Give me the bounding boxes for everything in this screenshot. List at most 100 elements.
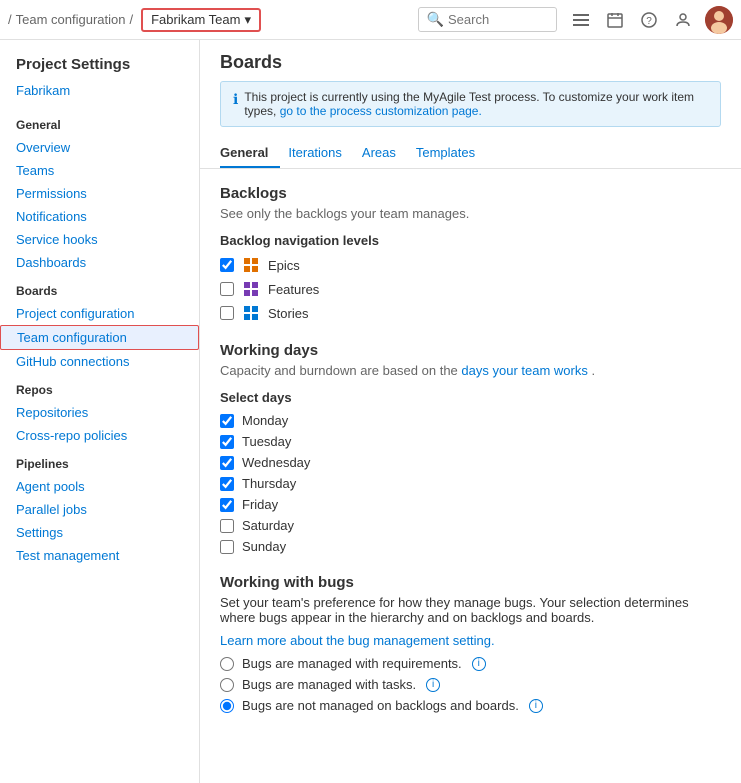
sidebar-item-agent-pools[interactable]: Agent pools bbox=[0, 475, 199, 498]
breadcrumb-slash2: / bbox=[129, 12, 133, 27]
tab-iterations[interactable]: Iterations bbox=[288, 139, 353, 168]
sidebar-section-boards: Boards bbox=[0, 274, 199, 302]
wednesday-checkbox-item: Wednesday bbox=[220, 455, 721, 470]
sidebar-item-team-configuration[interactable]: Team configuration bbox=[0, 325, 199, 350]
page-title: Boards bbox=[220, 52, 721, 73]
backlogs-desc: See only the backlogs your team manages. bbox=[220, 206, 721, 221]
sidebar-item-notifications[interactable]: Notifications bbox=[0, 205, 199, 228]
epics-label: Epics bbox=[268, 258, 300, 273]
avatar[interactable] bbox=[705, 6, 733, 34]
stories-checkbox[interactable] bbox=[220, 306, 234, 320]
breadcrumb-slash: / bbox=[8, 12, 12, 27]
thursday-checkbox-item: Thursday bbox=[220, 476, 721, 491]
monday-checkbox-item: Monday bbox=[220, 413, 721, 428]
sidebar-title: Project Settings bbox=[0, 52, 199, 81]
bugs-not-managed-radio[interactable] bbox=[220, 699, 234, 713]
tab-templates[interactable]: Templates bbox=[416, 139, 487, 168]
breadcrumb-team-config: Team configuration bbox=[16, 12, 126, 27]
bugs-tasks-info-icon[interactable]: i bbox=[426, 678, 440, 692]
monday-checkbox[interactable] bbox=[220, 414, 234, 428]
list-icon[interactable] bbox=[569, 8, 593, 32]
learn-more-bugs-link[interactable]: Learn more about the bug management sett… bbox=[220, 633, 495, 648]
content-area: Boards ℹ This project is currently using… bbox=[200, 40, 741, 783]
calendar-icon[interactable] bbox=[603, 8, 627, 32]
saturday-checkbox[interactable] bbox=[220, 519, 234, 533]
monday-label: Monday bbox=[242, 413, 288, 428]
friday-checkbox[interactable] bbox=[220, 498, 234, 512]
sidebar-item-dashboards[interactable]: Dashboards bbox=[0, 251, 199, 274]
team-selector-label: Fabrikam Team bbox=[151, 12, 240, 27]
bugs-requirements-radio-item: Bugs are managed with requirements. i bbox=[220, 656, 721, 671]
search-icon: 🔍 bbox=[427, 11, 444, 28]
saturday-label: Saturday bbox=[242, 518, 294, 533]
sidebar: Project Settings Fabrikam General Overvi… bbox=[0, 40, 200, 783]
process-customization-link[interactable]: go to the process customization page. bbox=[280, 104, 482, 118]
sidebar-item-overview[interactable]: Overview bbox=[0, 136, 199, 159]
epics-icon bbox=[242, 256, 260, 274]
sidebar-item-project-configuration[interactable]: Project configuration bbox=[0, 302, 199, 325]
sunday-label: Sunday bbox=[242, 539, 286, 554]
sidebar-item-service-hooks[interactable]: Service hooks bbox=[0, 228, 199, 251]
bugs-requirements-label: Bugs are managed with requirements. bbox=[242, 656, 462, 671]
saturday-checkbox-item: Saturday bbox=[220, 518, 721, 533]
features-label: Features bbox=[268, 282, 319, 297]
help-icon[interactable]: ? bbox=[637, 8, 661, 32]
bugs-tasks-radio-item: Bugs are managed with tasks. i bbox=[220, 677, 721, 692]
thursday-label: Thursday bbox=[242, 476, 296, 491]
features-checkbox[interactable] bbox=[220, 282, 234, 296]
tab-areas[interactable]: Areas bbox=[362, 139, 408, 168]
tuesday-label: Tuesday bbox=[242, 434, 291, 449]
backlog-nav-levels-label: Backlog navigation levels bbox=[220, 233, 721, 248]
epics-checkbox[interactable] bbox=[220, 258, 234, 272]
breadcrumb: / Team configuration / bbox=[8, 12, 133, 27]
sidebar-item-permissions[interactable]: Permissions bbox=[0, 182, 199, 205]
features-icon bbox=[242, 280, 260, 298]
tuesday-checkbox[interactable] bbox=[220, 435, 234, 449]
sidebar-project-link[interactable]: Fabrikam bbox=[0, 81, 199, 108]
content-body: Backlogs See only the backlogs your team… bbox=[200, 169, 741, 735]
tuesday-checkbox-item: Tuesday bbox=[220, 434, 721, 449]
team-selector[interactable]: Fabrikam Team ▾ bbox=[141, 8, 261, 32]
sidebar-item-teams[interactable]: Teams bbox=[0, 159, 199, 182]
backlogs-title: Backlogs bbox=[220, 185, 721, 202]
days-link[interactable]: days your team works bbox=[461, 363, 587, 378]
sidebar-item-cross-repo-policies[interactable]: Cross-repo policies bbox=[0, 424, 199, 447]
bugs-not-managed-info-icon[interactable]: i bbox=[529, 699, 543, 713]
sidebar-section-repos: Repos bbox=[0, 373, 199, 401]
bugs-not-managed-radio-item: Bugs are not managed on backlogs and boa… bbox=[220, 698, 721, 713]
working-with-bugs-desc: Set your team's preference for how they … bbox=[220, 595, 721, 625]
wednesday-label: Wednesday bbox=[242, 455, 310, 470]
tabs: General Iterations Areas Templates bbox=[200, 139, 741, 169]
topbar-icons: ? bbox=[569, 6, 733, 34]
bugs-not-managed-label: Bugs are not managed on backlogs and boa… bbox=[242, 698, 519, 713]
sunday-checkbox[interactable] bbox=[220, 540, 234, 554]
stories-checkbox-item: Stories bbox=[220, 304, 721, 322]
sidebar-item-github-connections[interactable]: GitHub connections bbox=[0, 350, 199, 373]
bugs-requirements-radio[interactable] bbox=[220, 657, 234, 671]
tab-general[interactable]: General bbox=[220, 139, 280, 168]
working-days-title: Working days bbox=[220, 342, 721, 359]
wednesday-checkbox[interactable] bbox=[220, 456, 234, 470]
bugs-requirements-info-icon[interactable]: i bbox=[472, 657, 486, 671]
sunday-checkbox-item: Sunday bbox=[220, 539, 721, 554]
working-with-bugs-title: Working with bugs bbox=[220, 574, 721, 591]
search-box[interactable]: 🔍 bbox=[418, 7, 557, 32]
select-days-label: Select days bbox=[220, 390, 721, 405]
epics-checkbox-item: Epics bbox=[220, 256, 721, 274]
search-input[interactable] bbox=[448, 12, 548, 27]
stories-icon bbox=[242, 304, 260, 322]
main-layout: Project Settings Fabrikam General Overvi… bbox=[0, 40, 741, 783]
sidebar-item-test-management[interactable]: Test management bbox=[0, 544, 199, 567]
sidebar-item-repositories[interactable]: Repositories bbox=[0, 401, 199, 424]
chevron-down-icon: ▾ bbox=[244, 12, 251, 28]
thursday-checkbox[interactable] bbox=[220, 477, 234, 491]
friday-checkbox-item: Friday bbox=[220, 497, 721, 512]
bugs-tasks-radio[interactable] bbox=[220, 678, 234, 692]
info-banner: ℹ This project is currently using the My… bbox=[220, 81, 721, 127]
person-icon[interactable] bbox=[671, 8, 695, 32]
features-checkbox-item: Features bbox=[220, 280, 721, 298]
sidebar-section-general: General bbox=[0, 108, 199, 136]
sidebar-item-settings[interactable]: Settings bbox=[0, 521, 199, 544]
info-banner-text: This project is currently using the MyAg… bbox=[244, 90, 708, 118]
sidebar-item-parallel-jobs[interactable]: Parallel jobs bbox=[0, 498, 199, 521]
